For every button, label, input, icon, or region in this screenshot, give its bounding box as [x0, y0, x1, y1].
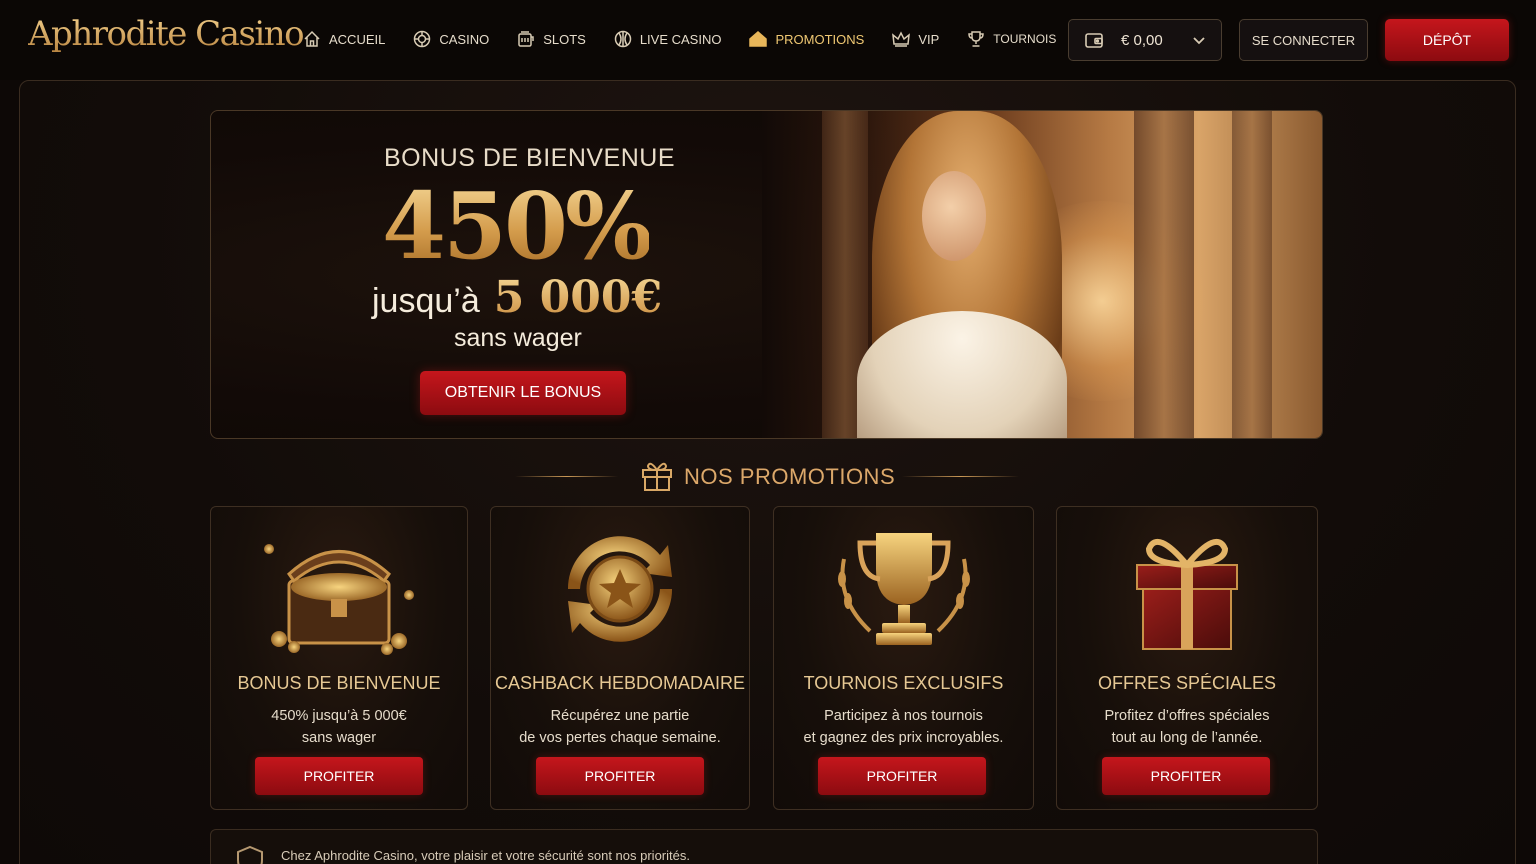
promo-card-tournaments: TOURNOIS EXCLUSIFS Participez à nos tour… [773, 506, 1034, 810]
gift-box-icon [1136, 538, 1238, 650]
wallet-dropdown[interactable]: € 0,00 [1068, 19, 1222, 61]
hero-no-wager: sans wager [454, 324, 582, 352]
slot-machine-icon [518, 31, 534, 47]
hero-amount-line: jusqu’à 5 000€ [372, 272, 662, 323]
main-nav: ACCUEIL CASINO SLOTS LIVE CASINO PROMOTI… [302, 28, 1083, 50]
profiter-button[interactable]: PROFITER [1102, 757, 1270, 795]
hero-upto: jusqu’à [372, 282, 480, 320]
promo-card-cashback: CASHBACK HEBDOMADAIRE Récupérez une part… [490, 506, 750, 810]
wallet-balance: € 0,00 [1121, 31, 1163, 49]
shield-icon [237, 845, 263, 864]
nav-item-accueil[interactable]: ACCUEIL [302, 28, 385, 50]
gift-icon [749, 31, 768, 47]
nav-label: VIP [918, 31, 940, 47]
gift-icon [642, 462, 672, 491]
roulette-icon [614, 30, 632, 48]
promo-title: TOURNOIS EXCLUSIFS [803, 673, 1004, 693]
hero-percent: 450% [382, 172, 652, 280]
promo-card-special-offers: OFFRES SPÉCIALES Profitez d’offres spéci… [1056, 506, 1318, 810]
promotions-heading: NOS PROMOTIONS [0, 456, 1536, 496]
nav-item-promotions[interactable]: PROMOTIONS [748, 28, 864, 50]
profiter-button[interactable]: PROFITER [536, 757, 704, 795]
chip-icon [414, 30, 431, 48]
hero-amount: 5 000€ [493, 272, 663, 323]
nav-label: PROMOTIONS [775, 31, 865, 47]
deposit-button[interactable]: DÉPÔT [1385, 19, 1509, 61]
nav-item-tournois[interactable]: TOURNOIS [966, 28, 1056, 50]
top-header: Aphrodite Casino ACCUEIL CASINO SLOTS LI… [0, 0, 1536, 80]
promo-description: Récupérez une partie de vos pertes chaqu… [519, 708, 721, 746]
treasure-chest-icon [264, 544, 414, 655]
promo-card-welcome: BONUS DE BIENVENUE 450% jusqu’à 5 000€ s… [210, 506, 468, 810]
crown-icon [892, 31, 911, 47]
nav-label: TOURNOIS [993, 32, 1057, 46]
profiter-button[interactable]: PROFITER [255, 757, 423, 795]
promo-title: CASHBACK HEBDOMADAIRE [494, 673, 746, 693]
promo-description: 450% jusqu’à 5 000€ sans wager [271, 708, 407, 746]
nav-item-slots[interactable]: SLOTS [516, 28, 586, 50]
site-logo[interactable]: Aphrodite Casino [28, 14, 305, 54]
login-button[interactable]: SE CONNECTER [1239, 19, 1368, 61]
hero-subtitle: BONUS DE BIENVENUE [384, 144, 676, 172]
security-text: Chez Aphrodite Casino, votre plaisir et … [281, 848, 690, 863]
trophy-icon [837, 533, 970, 645]
promo-title: OFFRES SPÉCIALES [1097, 673, 1277, 693]
home-icon [304, 30, 320, 47]
promotions-title: NOS PROMOTIONS [684, 464, 896, 489]
wallet-icon [1085, 33, 1103, 48]
nav-label: ACCUEIL [329, 31, 386, 47]
nav-label: CASINO [439, 31, 490, 47]
promo-description: Profitez d’offres spéciales tout au long… [1104, 708, 1270, 746]
promo-description: Participez à nos tournois et gagnez des … [803, 708, 1004, 746]
promo-title: BONUS DE BIENVENUE [237, 673, 441, 693]
trophy-icon [968, 31, 985, 47]
nav-label: SLOTS [543, 31, 586, 47]
aphrodite-illustration [762, 111, 1322, 438]
nav-label: LIVE CASINO [639, 31, 722, 47]
nav-item-casino[interactable]: CASINO [412, 28, 489, 50]
nav-item-vip[interactable]: VIP [891, 28, 939, 50]
profiter-button[interactable]: PROFITER [818, 757, 986, 795]
get-bonus-button[interactable]: OBTENIR LE BONUS [420, 371, 626, 415]
chevron-down-icon [1193, 37, 1205, 45]
nav-item-live-casino[interactable]: LIVE CASINO [613, 28, 722, 50]
cashback-coin-icon [567, 536, 673, 642]
security-notice: Chez Aphrodite Casino, votre plaisir et … [210, 829, 1318, 864]
